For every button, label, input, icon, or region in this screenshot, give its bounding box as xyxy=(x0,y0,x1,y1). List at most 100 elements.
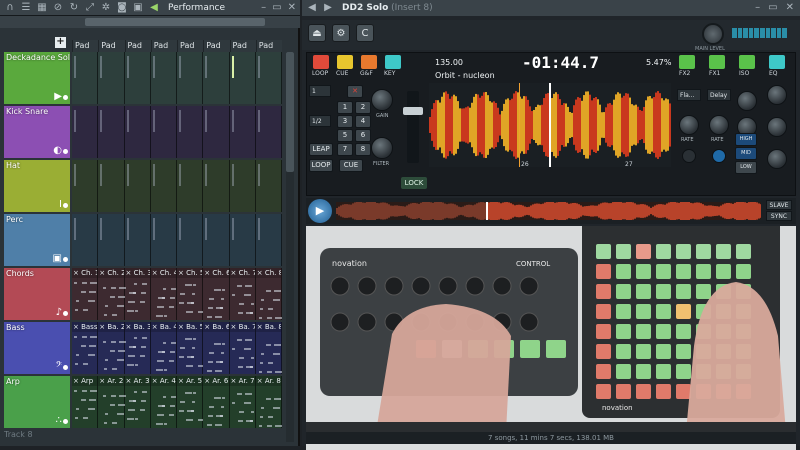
eq-low-knob[interactable] xyxy=(767,149,787,169)
iso-low-button[interactable]: LOW xyxy=(735,161,757,174)
overview-waveform[interactable] xyxy=(336,202,761,220)
clip-slot[interactable] xyxy=(256,52,282,104)
clip-slot[interactable]: × Ar. 5 xyxy=(177,376,204,428)
tile-fx2[interactable] xyxy=(679,55,695,69)
close-icon[interactable]: ✕ xyxy=(288,2,296,13)
clip-slot[interactable] xyxy=(72,160,99,212)
track-lane-6[interactable]: × Bass × Ba. 2 × Ba. 3 × Ba. 4 × Ba. 5 × Ba. … xyxy=(72,322,282,374)
track-header-4[interactable]: Perc ▣ xyxy=(4,214,70,266)
clip-slot[interactable] xyxy=(256,214,282,266)
track-header-2[interactable]: Kick Snare ◐ xyxy=(4,106,70,158)
track-header-3[interactable]: Hat I xyxy=(4,160,70,212)
add-track-button[interactable]: + xyxy=(55,37,66,48)
clip-slot[interactable]: × Ch. 4 xyxy=(150,268,177,320)
clip-slot[interactable] xyxy=(151,160,177,212)
fx2-select[interactable]: Fla... xyxy=(677,89,701,101)
headphones-icon[interactable]: ∩ xyxy=(4,2,16,14)
maximize-icon[interactable]: ▭ xyxy=(768,2,777,13)
clip-slot[interactable]: × Bass xyxy=(72,322,99,374)
clip-slot[interactable] xyxy=(125,106,151,158)
clip-slot[interactable]: × Arp xyxy=(72,376,99,428)
loop-length-2[interactable]: 1/2 xyxy=(309,115,331,127)
play-icon[interactable]: ▶ xyxy=(308,199,332,223)
lock-icon[interactable]: ▣ xyxy=(132,2,144,14)
waveform[interactable] xyxy=(429,83,671,167)
track-lane-2[interactable] xyxy=(72,106,282,158)
clip-slot[interactable] xyxy=(98,160,125,212)
track-active-indicator[interactable] xyxy=(63,149,68,154)
iso-hi-knob[interactable] xyxy=(737,91,757,111)
slave-button[interactable]: SLAVE xyxy=(766,200,792,210)
clip-slot[interactable]: × Ch. 5 xyxy=(177,268,204,320)
clip-slot[interactable] xyxy=(151,106,177,158)
clip-slot[interactable]: × Ch. 8 xyxy=(255,268,282,320)
clip-slot[interactable]: × Ch. 6 xyxy=(203,268,230,320)
hotcue-button-1[interactable]: 1 xyxy=(337,101,353,114)
clip-slot[interactable] xyxy=(98,106,125,158)
list-icon[interactable]: ☰ xyxy=(20,2,32,14)
clip-slot[interactable] xyxy=(256,106,282,158)
clip-slot[interactable] xyxy=(125,160,151,212)
tile-key[interactable] xyxy=(385,55,401,69)
sync-button[interactable]: SYNC xyxy=(766,211,792,221)
tile-eq[interactable] xyxy=(769,55,785,69)
hotcue-button-2[interactable]: 2 xyxy=(355,101,371,114)
hotcue-button-3[interactable]: 3 xyxy=(337,115,353,128)
cancel-loop-icon[interactable]: ✕ xyxy=(347,85,363,98)
speaker-icon[interactable]: ◀ xyxy=(148,2,160,14)
close-icon[interactable]: ✕ xyxy=(786,2,794,13)
tile-iso[interactable] xyxy=(739,55,755,69)
clip-slot[interactable] xyxy=(151,214,177,266)
minimize-icon[interactable]: – xyxy=(261,2,266,13)
track-active-indicator[interactable] xyxy=(63,419,68,424)
track-lane-5[interactable]: × Ch. 1 × Ch. 2 × Ch. 3 × Ch. 4 × Ch. 5 × Ch.… xyxy=(72,268,282,320)
loop-button[interactable]: LOOP xyxy=(309,159,333,172)
clip-slot[interactable] xyxy=(230,160,256,212)
fx2-power-icon[interactable] xyxy=(682,149,696,163)
hotcue-button-8[interactable]: 8 xyxy=(355,143,371,156)
clip-slot[interactable]: × Ar. 6 xyxy=(203,376,230,428)
stop-icon[interactable]: ⊘ xyxy=(52,2,64,14)
track-active-indicator[interactable] xyxy=(63,311,68,316)
clip-slot[interactable]: × Ch. 1 xyxy=(72,268,99,320)
clip-slot[interactable]: × Ar. 3 xyxy=(124,376,151,428)
tile-loop[interactable] xyxy=(313,55,329,69)
loop-length-1[interactable]: 1 xyxy=(309,85,331,97)
fx1-rate-knob[interactable] xyxy=(709,115,729,135)
clip-slot[interactable]: × Ch. 2 xyxy=(98,268,127,320)
eq-mid-knob[interactable] xyxy=(767,117,787,137)
track-lane-3[interactable] xyxy=(72,160,282,212)
clip-slot[interactable]: × Ar. 8 xyxy=(255,376,282,428)
camera-icon[interactable]: ◙ xyxy=(116,2,128,14)
clip-slot[interactable] xyxy=(177,106,204,158)
eq-hi-knob[interactable] xyxy=(767,85,787,105)
iso-high-button[interactable]: HIGH xyxy=(735,133,757,146)
minimize-icon[interactable]: – xyxy=(755,2,760,13)
track-lane-1[interactable] xyxy=(72,52,282,104)
hotcue-button-7[interactable]: 7 xyxy=(337,143,353,156)
clip-slot[interactable] xyxy=(177,52,204,104)
fx1-select[interactable]: Delay xyxy=(707,89,731,101)
track-header-6[interactable]: Bass 𝄢 xyxy=(4,322,70,374)
volume-fader-track[interactable] xyxy=(407,91,419,163)
record-icon[interactable]: C xyxy=(356,24,374,42)
clip-slot[interactable] xyxy=(256,160,282,212)
clip-slot[interactable]: × Ar. 7 xyxy=(229,376,256,428)
vertical-scrollbar[interactable] xyxy=(286,52,294,442)
clip-slot[interactable] xyxy=(151,52,177,104)
hotcue-button-4[interactable]: 4 xyxy=(355,115,371,128)
iso-mid-button[interactable]: MID xyxy=(735,147,757,160)
menu-right-icon[interactable]: ▶ xyxy=(322,2,334,14)
clip-slot[interactable] xyxy=(203,106,230,158)
lock-button[interactable]: LOCK xyxy=(401,177,427,189)
tile-cue[interactable] xyxy=(337,55,353,69)
clip-slot[interactable]: × Ch. 3 xyxy=(124,268,151,320)
clip-slot[interactable]: × Ba. 4 xyxy=(150,322,177,374)
track-active-indicator[interactable] xyxy=(63,365,68,370)
clip-slot[interactable] xyxy=(72,52,99,104)
track-header-7[interactable]: Arp ∴ xyxy=(4,376,70,428)
track-active-indicator[interactable] xyxy=(63,95,68,100)
track-header-5[interactable]: Chords ♪ xyxy=(4,268,70,320)
fx2-rate-knob[interactable] xyxy=(679,115,699,135)
hotcue-button-5[interactable]: 5 xyxy=(337,129,353,142)
